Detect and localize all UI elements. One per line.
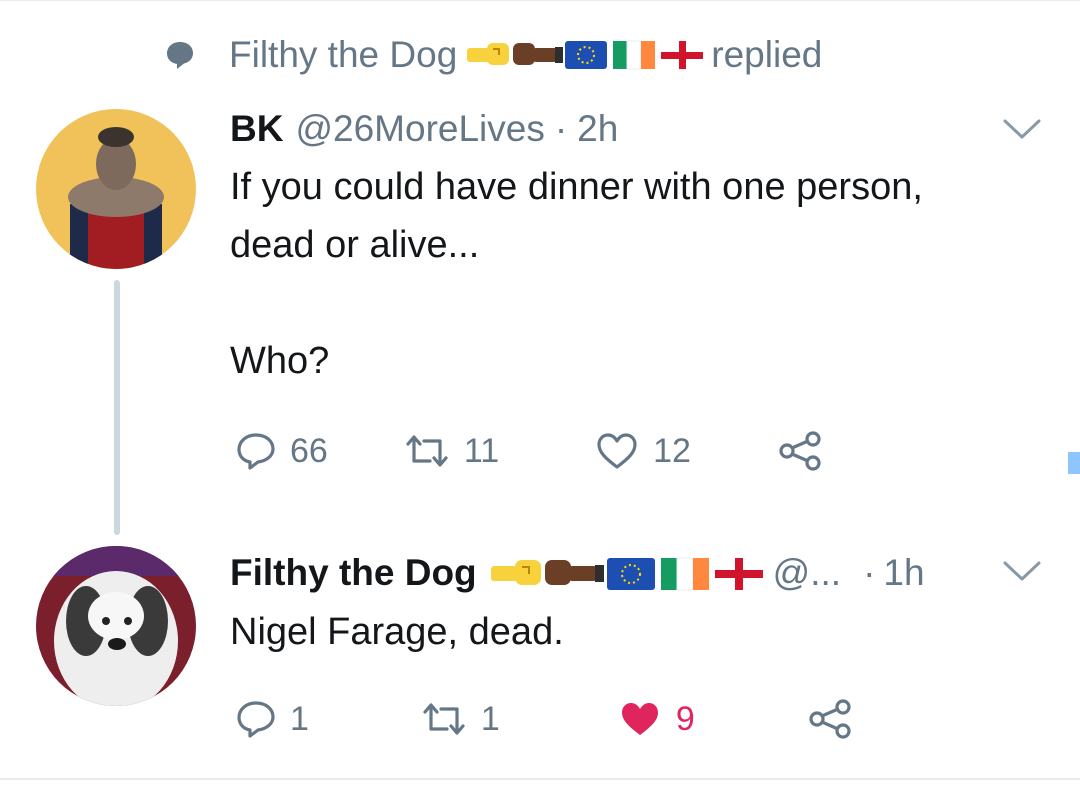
retweet-count: 11 [463,431,500,470]
heart-icon [597,433,637,469]
reply-context-name[interactable]: Filthy the Dog [229,34,457,76]
separator: · [554,108,568,149]
england-flag-icon [714,558,763,590]
speech-bubble-icon [167,42,193,69]
tweet-actions: 66 11 12 [236,426,825,476]
heart-filled-icon [621,703,658,735]
name-emoji-strip [467,40,704,70]
retweet-button[interactable]: 1 [421,699,500,739]
reply-icon [237,433,275,470]
like-button[interactable]: 9 [618,699,695,739]
reply-count: 1 [290,699,309,738]
scroll-indicator[interactable] [1068,452,1080,474]
tweet-text-line: Who? [230,340,330,382]
top-divider [0,0,1080,1]
raised-fist-yellow-icon [490,560,541,585]
chevron-down-icon[interactable] [1002,558,1042,584]
tweet-actions: 1 1 9 [236,696,855,742]
tweet-header: Filthy the Dog @... · 1h [230,546,925,600]
reply-icon [237,701,275,738]
avatar[interactable] [36,546,196,706]
tweet-text-line: Nigel Farage, dead. [230,611,564,653]
like-count: 9 [675,699,695,738]
reply-context-suffix: replied [711,34,823,75]
handle[interactable]: @... [773,552,841,594]
reply-button[interactable]: 1 [236,699,309,739]
reply-button[interactable]: 66 [236,431,328,471]
timestamp[interactable]: 1h [883,552,924,594]
raised-fist-yellow-icon [467,43,510,65]
reply-count: 66 [290,431,328,470]
display-name[interactable]: Filthy the Dog [230,552,477,594]
raised-fist-brown-icon [544,560,604,585]
chevron-down-icon[interactable] [1002,116,1042,142]
avatar-dog-image [36,546,196,706]
name-emoji-group [465,35,705,75]
like-count: 12 [653,431,691,470]
avatar-bk-image [36,109,196,269]
separator: · [863,552,876,593]
eu-flag-icon [606,558,655,590]
tweet-text: Nigel Farage, dead. [230,603,564,661]
reply-context: Filthy the Dog replied [165,30,822,80]
tweet-text-line: dead or alive... [230,224,480,266]
tweet-header: BK @26MoreLives · 2h [230,104,618,154]
like-button[interactable]: 12 [595,431,691,471]
share-icon [809,699,851,739]
tweet-text-line: If you could have dinner with one person… [230,166,923,208]
tweet-text: If you could have dinner with one person… [230,158,1070,390]
retweet-icon [406,435,448,467]
retweet-button[interactable]: 11 [404,431,499,471]
england-flag-icon [661,41,704,69]
timestamp[interactable]: 2h [577,108,618,150]
display-name[interactable]: BK [230,108,283,150]
thread-line [114,280,120,535]
share-button[interactable] [777,431,825,471]
eu-flag-icon [565,41,608,69]
name-emoji-group [489,552,765,594]
ireland-flag-icon [613,40,656,70]
retweet-count: 1 [480,699,500,738]
name-emoji-strip [490,557,763,591]
avatar[interactable] [36,109,196,269]
share-button[interactable] [807,699,855,739]
retweet-icon [423,703,465,735]
raised-fist-brown-icon [513,43,564,65]
share-icon [779,431,821,471]
handle[interactable]: @26MoreLives [295,108,544,150]
ireland-flag-icon [660,557,709,591]
bottom-divider [0,778,1080,780]
